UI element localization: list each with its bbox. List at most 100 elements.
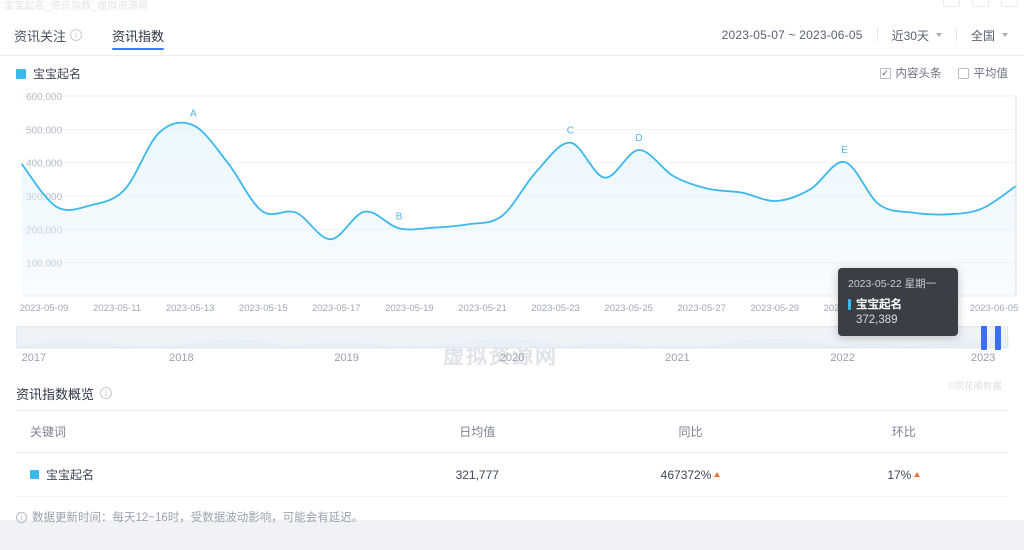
checkbox-average[interactable]: 平均值 — [957, 65, 1009, 81]
arrow-up-icon — [714, 472, 721, 477]
table-row[interactable]: 宝宝起名 321,777 467372% 17% — [16, 452, 1008, 497]
timeline-handle-right-bar[interactable] — [995, 326, 1001, 350]
data-update-note: i 数据更新时间：每天12~16时，受数据波动影响，可能会有延迟。 — [16, 509, 1024, 525]
col-daily-avg: 日均值 — [373, 410, 582, 453]
checkbox-headline-label: 内容头条 — [895, 68, 942, 80]
news-index-page: 宝宝起名_资讯指数_虚拟资源网 资讯关注 i 资讯指数 2023-05-07 ~… — [0, 0, 1024, 550]
checkbox-headline-box[interactable]: ✓ — [879, 67, 891, 79]
col-yoy: 同比 — [581, 410, 800, 453]
svg-text:B: B — [396, 211, 403, 222]
svg-text:2023-06-05: 2023-06-05 — [970, 303, 1019, 314]
filter-divider-2 — [955, 29, 957, 41]
browser-title-text: 宝宝起名_资讯指数_虚拟资源网 — [4, 1, 149, 12]
chart-tooltip: 2023-05-22 星期一 宝宝起名 372,389 — [838, 268, 958, 336]
svg-text:2023-05-19: 2023-05-19 — [385, 303, 434, 314]
col-keyword: 关键词 — [16, 410, 374, 453]
tab-news-index[interactable]: 资讯指数 — [112, 14, 176, 56]
series-legend[interactable]: 宝宝起名 — [16, 65, 81, 82]
range-preset-value: 近30天 — [891, 28, 929, 43]
series-color-swatch — [16, 68, 26, 79]
cell-mom: 17% — [799, 452, 1008, 497]
checkbox-headline[interactable]: ✓ 内容头条 — [879, 65, 942, 81]
svg-text:2023-05-15: 2023-05-15 — [239, 303, 288, 314]
svg-text:2023-05-25: 2023-05-25 — [604, 303, 653, 314]
yoy-delta: 467372% — [661, 468, 721, 482]
close-icon[interactable] — [1001, 0, 1018, 7]
overview-title-text: 资讯指数概览 — [16, 386, 95, 402]
tabs-row: 资讯关注 i 资讯指数 2023-05-07 ~ 2023-06-05 近30天… — [0, 14, 1024, 56]
tooltip-date: 2023-05-22 星期一 — [848, 278, 937, 290]
keyword-label[interactable]: 宝宝起名 — [30, 466, 94, 483]
svg-text:2023-05-17: 2023-05-17 — [312, 303, 361, 314]
content-card: 资讯关注 i 资讯指数 2023-05-07 ~ 2023-06-05 近30天… — [0, 14, 1024, 524]
browser-chrome-strip: 宝宝起名_资讯指数_虚拟资源网 — [0, 0, 1024, 14]
tooltip-value: 372,389 — [856, 314, 898, 326]
svg-text:E: E — [841, 145, 848, 156]
svg-text:2023-05-11: 2023-05-11 — [93, 303, 141, 314]
checkbox-average-box[interactable] — [957, 67, 969, 79]
tooltip-series-label: 宝宝起名 — [856, 299, 902, 311]
keyword-color-swatch — [30, 470, 39, 479]
mom-value: 17% — [887, 467, 912, 482]
cell-daily-avg: 321,777 — [373, 452, 582, 497]
date-range-picker[interactable]: 2023-05-07 ~ 2023-06-05 — [722, 28, 863, 42]
tab-news-attention-label: 资讯关注 — [14, 28, 67, 44]
cell-yoy: 467372% — [581, 452, 800, 497]
series-legend-label: 宝宝起名 — [33, 67, 82, 81]
svg-text:2023-05-29: 2023-05-29 — [750, 303, 799, 314]
minimize-icon[interactable] — [943, 0, 960, 7]
svg-text:2023-05-21: 2023-05-21 — [458, 303, 507, 314]
timeline-year-2017: 2017 — [21, 352, 47, 364]
timeline-year-2018: 2018 — [169, 352, 194, 364]
keyword-text: 宝宝起名 — [46, 468, 95, 482]
range-preset-select[interactable]: 近30天 — [892, 27, 942, 44]
legend-row: 宝宝起名 ✓ 内容头条 平均值 — [0, 62, 1024, 88]
yoy-value: 467372% — [660, 467, 712, 482]
arrow-up-icon — [914, 472, 921, 477]
region-value: 全国 — [970, 28, 995, 43]
svg-text:A: A — [190, 108, 197, 119]
table-header-row: 关键词 日均值 同比 环比 — [16, 410, 1008, 453]
tab-news-index-label: 资讯指数 — [112, 28, 165, 44]
table-body: 宝宝起名 321,777 467372% 17% — [16, 452, 1008, 497]
filter-bar: 2023-05-07 ~ 2023-06-05 近30天 全国 — [722, 14, 1008, 56]
checkbox-average-label: 平均值 — [973, 68, 1009, 80]
region-select[interactable]: 全国 — [971, 27, 1008, 44]
info-icon[interactable]: i — [100, 387, 113, 399]
timeline-handle[interactable] — [981, 326, 1001, 350]
tooltip-series: 宝宝起名 — [848, 296, 948, 312]
timeline-year-2019: 2019 — [334, 352, 359, 364]
maximize-icon[interactable] — [972, 0, 989, 7]
tab-news-attention[interactable]: 资讯关注 i — [14, 14, 94, 56]
info-icon[interactable]: i — [70, 29, 83, 41]
tab-list: 资讯关注 i 资讯指数 — [14, 14, 194, 56]
timeline-year-2021: 2021 — [665, 352, 690, 364]
tooltip-color-bar — [848, 298, 851, 310]
timeline-year-labels: 2017 2018 2019 2020 2021 2022 2023 — [16, 352, 1008, 368]
svg-text:C: C — [567, 126, 574, 137]
info-icon: i — [16, 511, 27, 523]
svg-text:500,000: 500,000 — [26, 125, 63, 136]
chart-options: ✓ 内容头条 平均值 — [879, 65, 1009, 81]
svg-text:2023-05-09: 2023-05-09 — [20, 303, 69, 314]
window-controls — [943, 0, 1018, 7]
mom-delta: 17% — [887, 467, 921, 482]
table-head: 关键词 日均值 同比 环比 — [16, 410, 1008, 453]
news-index-chart[interactable]: 600,000500,000400,000300,000200,000100,0… — [0, 90, 1024, 391]
svg-text:D: D — [635, 133, 642, 144]
timeline-year-2022: 2022 — [830, 352, 855, 364]
svg-text:600,000: 600,000 — [26, 92, 63, 103]
svg-text:2023-05-23: 2023-05-23 — [531, 303, 580, 314]
svg-text:2023-05-27: 2023-05-27 — [677, 303, 726, 314]
chevron-down-icon — [935, 33, 942, 37]
overview-title: 资讯指数概览 i — [16, 380, 1024, 406]
svg-text:400,000: 400,000 — [26, 159, 63, 170]
timeline-year-2020: 2020 — [499, 352, 525, 364]
chevron-down-icon — [1002, 33, 1008, 37]
svg-text:2023-05-13: 2023-05-13 — [166, 303, 215, 314]
timeline-year-2023: 2023 — [970, 352, 996, 364]
filter-divider-1 — [876, 29, 878, 41]
data-update-note-text: 数据更新时间：每天12~16时，受数据波动影响，可能会有延迟。 — [32, 512, 364, 524]
timeline-handle-left-bar[interactable] — [981, 326, 987, 350]
overview-table: 关键词 日均值 同比 环比 宝宝起名 321,777 467372% 17% — [16, 410, 1008, 497]
